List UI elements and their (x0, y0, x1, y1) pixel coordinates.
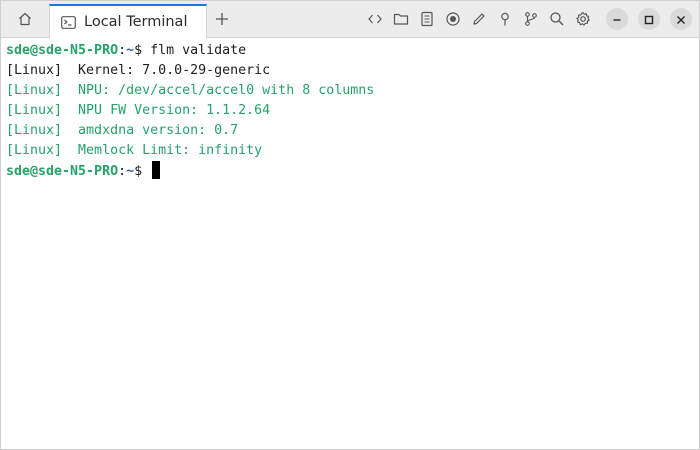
git-branch-button[interactable] (520, 8, 542, 30)
close-button[interactable] (670, 8, 692, 30)
prompt-colon: : (118, 164, 127, 179)
document-button[interactable] (416, 8, 438, 30)
tab-local-terminal[interactable]: Local Terminal (49, 4, 207, 38)
prompt-colon: : (118, 43, 127, 58)
prompt-user: sde@sde-N5-PRO (6, 43, 119, 58)
command-line: sde@sde-N5-PRO:~$ flm validate (6, 41, 694, 61)
record-icon (445, 11, 461, 27)
output-line: [Linux] NPU FW Version: 1.1.2.64 (6, 103, 271, 118)
folder-button[interactable] (390, 8, 412, 30)
code-button[interactable] (364, 8, 386, 30)
prompt-symbol: $ (134, 164, 151, 179)
prompt-path: ~ (126, 164, 135, 179)
pin-icon (497, 11, 513, 27)
folder-icon (393, 11, 409, 27)
git-branch-icon (523, 11, 539, 27)
code-icon (367, 11, 383, 27)
command-text: flm validate (150, 43, 247, 58)
record-button[interactable] (442, 8, 464, 30)
plus-icon (214, 11, 230, 27)
output-line: [Linux] Memlock Limit: infinity (6, 143, 263, 158)
search-button[interactable] (546, 8, 568, 30)
pin-button[interactable] (494, 8, 516, 30)
text-cursor (152, 161, 161, 179)
edit-button[interactable] (468, 8, 490, 30)
tab-label: Local Terminal (84, 14, 188, 30)
edit-icon (471, 11, 487, 27)
output-line: [Linux] Kernel: 7.0.0-29-generic (6, 63, 271, 78)
new-tab-button[interactable] (211, 8, 233, 30)
settings-button[interactable] (572, 8, 594, 30)
home-button[interactable] (14, 8, 36, 30)
terminal-window: Local Terminal sde@sde-N5-PRO:~$ flm val… (0, 0, 700, 450)
minimize-icon (612, 10, 622, 29)
maximize-button[interactable] (638, 8, 660, 30)
maximize-icon (644, 10, 654, 29)
prompt-path: ~ (126, 43, 135, 58)
prompt-user: sde@sde-N5-PRO (6, 164, 119, 179)
prompt-symbol: $ (134, 43, 151, 58)
terminal-output[interactable]: sde@sde-N5-PRO:~$ flm validate [Linux] K… (6, 41, 694, 449)
minimize-button[interactable] (606, 8, 628, 30)
document-icon (419, 11, 435, 27)
terminal-icon (60, 14, 76, 30)
search-icon (549, 11, 565, 27)
gear-icon (575, 11, 591, 27)
close-icon (676, 10, 686, 29)
output-line: [Linux] amdxdna version: 0.7 (6, 123, 239, 138)
home-icon (17, 11, 33, 27)
active-prompt-line[interactable]: sde@sde-N5-PRO:~$ (6, 161, 694, 181)
title-bar: Local Terminal (1, 1, 699, 38)
output-line: [Linux] NPU: /dev/accel/accel0 with 8 co… (6, 83, 375, 98)
